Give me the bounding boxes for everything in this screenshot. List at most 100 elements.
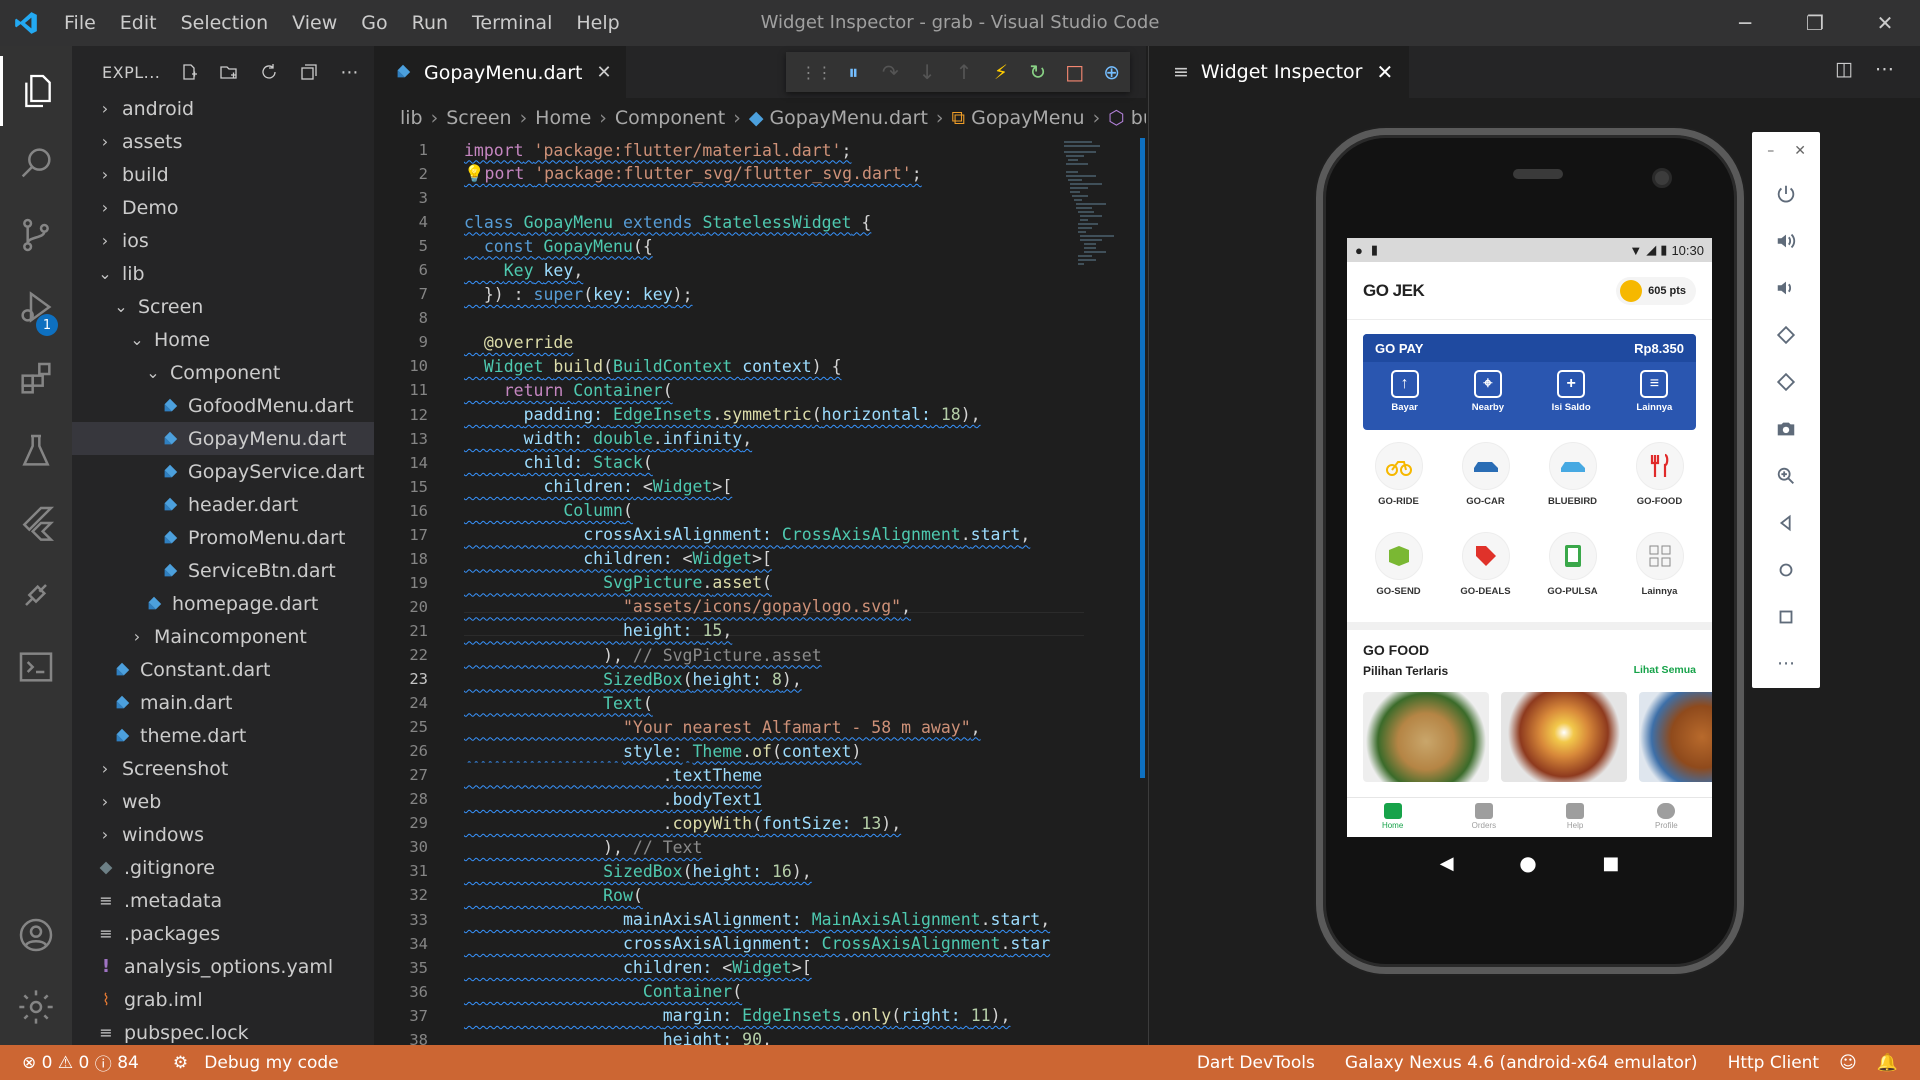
menu-help[interactable]: Help	[564, 0, 631, 46]
more-icon[interactable]: ⋯	[1752, 640, 1820, 687]
nav-profile[interactable]: Profile	[1631, 798, 1701, 837]
food-image[interactable]	[1639, 692, 1712, 782]
pause-icon[interactable]: ⏸	[835, 52, 872, 92]
step-into-icon[interactable]: ↓	[909, 52, 946, 92]
gopay-nearby-button[interactable]: ⌖ Nearby	[1457, 370, 1519, 413]
settings-gear-icon[interactable]	[0, 972, 72, 1042]
tree-item[interactable]: ! analysis_options.yaml	[72, 950, 374, 983]
split-editor-icon[interactable]: ◫	[1835, 58, 1853, 80]
points-badge[interactable]: 605 pts	[1616, 276, 1696, 305]
home-circle-icon[interactable]	[1752, 546, 1820, 593]
back-triangle-icon[interactable]	[1752, 499, 1820, 546]
nav-help[interactable]: Help	[1540, 798, 1610, 837]
tree-item[interactable]: › assets	[72, 125, 374, 158]
volume-down-icon[interactable]	[1752, 264, 1820, 311]
new-file-icon[interactable]	[178, 61, 200, 83]
tree-item[interactable]: main.dart	[72, 686, 374, 719]
tree-item[interactable]: ⌄ Screen	[72, 290, 374, 323]
gopay-more-button[interactable]: ≡ Lainnya	[1623, 370, 1685, 413]
volume-up-icon[interactable]	[1752, 217, 1820, 264]
minimize-emulator-icon[interactable]: –	[1767, 143, 1774, 159]
tree-item[interactable]: › web	[72, 785, 374, 818]
power-icon[interactable]	[1752, 170, 1820, 217]
dart-devtools-item[interactable]: Dart DevTools	[1187, 1053, 1325, 1073]
service-bluebird[interactable]: BLUEBIRD	[1529, 442, 1616, 532]
service-go-ride[interactable]: GO-RIDE	[1355, 442, 1442, 532]
breadcrumb-item[interactable]: lib	[400, 107, 423, 129]
close-emulator-icon[interactable]: ✕	[1794, 143, 1806, 159]
tab-gopaymenu[interactable]: GopayMenu.dart ✕	[374, 46, 626, 98]
feedback-icon[interactable]: ☺	[1829, 1053, 1867, 1073]
menu-edit[interactable]: Edit	[108, 0, 169, 46]
tree-item[interactable]: GopayMenu.dart	[72, 422, 374, 455]
tree-item[interactable]: ≡ .packages	[72, 917, 374, 950]
tree-item[interactable]: ⌄ Component	[72, 356, 374, 389]
problems-indicator[interactable]: ⊗ 0 ⚠ 0 ⓘ 84	[0, 1050, 149, 1076]
source-control-icon[interactable]	[0, 200, 72, 270]
hot-reload-icon[interactable]: ⚡	[982, 52, 1019, 92]
menu-go[interactable]: Go	[349, 0, 399, 46]
see-all-link[interactable]: Lihat Semua	[1634, 664, 1696, 678]
explorer-icon[interactable]	[0, 56, 72, 126]
menu-terminal[interactable]: Terminal	[460, 0, 564, 46]
service-go-food[interactable]: GO-FOOD	[1616, 442, 1703, 532]
tree-item[interactable]: › ios	[72, 224, 374, 257]
menu-selection[interactable]: Selection	[169, 0, 281, 46]
restore-button[interactable]: ❐	[1780, 0, 1850, 46]
rotate-right-icon[interactable]	[1752, 358, 1820, 405]
back-icon[interactable]: ◀	[1440, 853, 1454, 874]
tree-item[interactable]: GopayService.dart	[72, 455, 374, 488]
account-icon[interactable]	[0, 900, 72, 970]
tree-item[interactable]: ⌄ lib	[72, 257, 374, 290]
camera-icon[interactable]	[1752, 405, 1820, 452]
tree-item[interactable]: Constant.dart	[72, 653, 374, 686]
tree-item[interactable]: › android	[72, 92, 374, 125]
minimap[interactable]	[1062, 138, 1136, 338]
notifications-bell-icon[interactable]: 🔔	[1867, 1053, 1920, 1073]
http-client-item[interactable]: Http Client	[1718, 1053, 1830, 1073]
tree-item[interactable]: › Screenshot	[72, 752, 374, 785]
rotate-left-icon[interactable]	[1752, 311, 1820, 358]
nav-orders[interactable]: Orders	[1449, 798, 1519, 837]
breadcrumb-item[interactable]: GopayMenu.dart	[769, 107, 927, 129]
flutter-icon[interactable]	[0, 488, 72, 558]
service-go-deals[interactable]: GO-DEALS	[1442, 532, 1529, 622]
more-actions-icon[interactable]: ⋯	[338, 61, 360, 83]
gopay-topup-button[interactable]: + Isi Saldo	[1540, 370, 1602, 413]
tree-item[interactable]: › Demo	[72, 191, 374, 224]
service-more[interactable]: Lainnya	[1616, 532, 1703, 622]
food-image[interactable]	[1501, 692, 1627, 782]
menu-view[interactable]: View	[280, 0, 349, 46]
tree-item[interactable]: › Maincomponent	[72, 620, 374, 653]
extensions-icon[interactable]	[0, 344, 72, 414]
service-go-send[interactable]: GO-SEND	[1355, 532, 1442, 622]
breadcrumb-item[interactable]: GopayMenu	[971, 107, 1084, 129]
recents-icon[interactable]: ■	[1602, 853, 1619, 874]
zoom-icon[interactable]	[1752, 452, 1820, 499]
tree-item[interactable]: › windows	[72, 818, 374, 851]
collapse-all-icon[interactable]	[298, 61, 320, 83]
emulator-screen[interactable]: ● ▮ ▼ ◢ ▮ 10:30 GO JEK 605 pts GO PAY Rp…	[1347, 238, 1712, 837]
gopay-bayar-button[interactable]: ↑ Bayar	[1374, 370, 1436, 413]
close-window-button[interactable]: ✕	[1850, 0, 1920, 46]
tree-item[interactable]: theme.dart	[72, 719, 374, 752]
terminal-icon[interactable]	[0, 632, 72, 702]
menu-run[interactable]: Run	[400, 0, 460, 46]
restart-icon[interactable]: ↻	[1019, 52, 1056, 92]
breadcrumb-item[interactable]: Screen	[446, 107, 511, 129]
step-over-icon[interactable]: ↷	[872, 52, 909, 92]
tree-item[interactable]: ≡ .metadata	[72, 884, 374, 917]
tab-widget-inspector[interactable]: ≡ Widget Inspector ✕	[1149, 46, 1410, 98]
tree-item[interactable]: › build	[72, 158, 374, 191]
nav-home[interactable]: Home	[1358, 798, 1428, 837]
menu-file[interactable]: File	[52, 0, 108, 46]
tree-item[interactable]: GofoodMenu.dart	[72, 389, 374, 422]
device-selector[interactable]: Galaxy Nexus 4.6 (android-x64 emulator)	[1335, 1053, 1708, 1073]
tree-item[interactable]: ⌄ Home	[72, 323, 374, 356]
editor-scrollbar[interactable]	[1140, 138, 1145, 778]
more-actions-icon[interactable]: ⋯	[1875, 58, 1894, 80]
service-go-pulsa[interactable]: GO-PULSA	[1529, 532, 1616, 622]
tree-item[interactable]: ServiceBtn.dart	[72, 554, 374, 587]
overview-square-icon[interactable]	[1752, 593, 1820, 640]
code-editor[interactable]: 1 import 'package:flutter/material.dart';…	[374, 138, 1074, 1052]
